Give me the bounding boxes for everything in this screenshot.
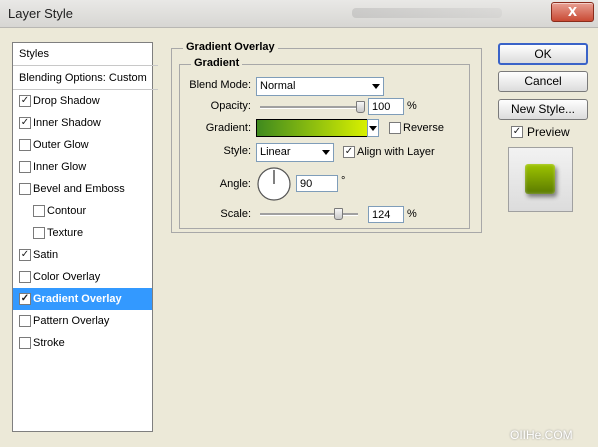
style-label: Pattern Overlay — [33, 315, 110, 327]
blend-mode-select[interactable]: Normal — [256, 77, 384, 96]
checkbox-texture[interactable] — [33, 227, 45, 239]
angle-dial[interactable] — [256, 166, 292, 202]
angle-input[interactable]: 90 — [296, 175, 338, 192]
blend-mode-value: Normal — [260, 80, 296, 92]
checkbox-inner-shadow[interactable]: ✓ — [19, 117, 31, 129]
style-item-inner-glow[interactable]: Inner Glow — [13, 156, 152, 178]
scale-unit: % — [407, 208, 417, 220]
style-item-texture[interactable]: Texture — [13, 222, 152, 244]
gradient-picker[interactable] — [256, 119, 368, 137]
close-button[interactable]: X — [551, 2, 594, 22]
angle-label: Angle: — [219, 178, 251, 190]
style-label: Drop Shadow — [33, 95, 100, 107]
style-label: Inner Glow — [33, 161, 87, 173]
style-label: Satin — [33, 249, 59, 261]
new-style-button[interactable]: New Style... — [498, 99, 588, 120]
scale-slider-thumb[interactable] — [334, 208, 344, 220]
align-with-layer-label: Align with Layer — [357, 146, 435, 158]
opacity-input[interactable]: 100 — [368, 98, 404, 115]
style-select[interactable]: Linear — [256, 143, 334, 162]
chevron-down-icon — [322, 150, 330, 155]
style-label: Style: — [223, 145, 251, 157]
styles-header[interactable]: Styles — [13, 43, 158, 66]
style-item-outer-glow[interactable]: Outer Glow — [13, 134, 152, 156]
scale-label: Scale: — [220, 208, 251, 220]
opacity-label: Opacity: — [210, 100, 251, 112]
opacity-slider-thumb[interactable] — [356, 101, 365, 113]
style-label: Gradient Overlay — [33, 293, 122, 305]
reverse-label: Reverse — [403, 122, 444, 134]
ok-button[interactable]: OK — [498, 43, 588, 65]
reverse-checkbox[interactable] — [389, 122, 401, 134]
preview-label: Preview — [527, 125, 570, 139]
gradient-label: Gradient: — [205, 122, 251, 134]
blending-options-item[interactable]: Blending Options: Custom — [13, 67, 158, 90]
style-item-gradient-overlay[interactable]: ✓ Gradient Overlay — [13, 288, 152, 310]
style-label: Stroke — [33, 337, 65, 349]
align-with-layer-checkbox[interactable]: ✓ — [343, 146, 355, 158]
preview-checkbox[interactable]: ✓ — [511, 126, 523, 138]
panel-title: Gradient Overlay — [183, 41, 278, 53]
panel-subtitle: Gradient — [191, 57, 243, 69]
window-title: Layer Style — [8, 6, 74, 21]
chevron-down-icon — [372, 84, 380, 89]
checkbox-satin[interactable]: ✓ — [19, 249, 31, 261]
checkbox-stroke[interactable] — [19, 337, 31, 349]
style-item-bevel-emboss[interactable]: Bevel and Emboss — [13, 178, 152, 200]
checkbox-gradient-overlay[interactable]: ✓ — [19, 293, 31, 305]
cancel-button[interactable]: Cancel — [498, 71, 588, 92]
style-item-color-overlay[interactable]: Color Overlay — [13, 266, 152, 288]
scale-input[interactable]: 124 — [368, 206, 404, 223]
style-label: Bevel and Emboss — [33, 183, 125, 195]
preview-swatch — [525, 164, 555, 194]
style-item-pattern-overlay[interactable]: Pattern Overlay — [13, 310, 152, 332]
style-label: Outer Glow — [33, 139, 89, 151]
chevron-down-icon — [369, 126, 377, 131]
scale-slider-track[interactable] — [260, 213, 358, 216]
style-item-contour[interactable]: Contour — [13, 200, 152, 222]
style-item-inner-shadow[interactable]: ✓ Inner Shadow — [13, 112, 152, 134]
checkbox-drop-shadow[interactable]: ✓ — [19, 95, 31, 107]
blurred-title-hint — [352, 8, 502, 18]
layer-style-dialog: Layer Style X Styles Blending Options: C… — [0, 0, 598, 447]
checkbox-bevel-emboss[interactable] — [19, 183, 31, 195]
checkbox-contour[interactable] — [33, 205, 45, 217]
opacity-slider-track[interactable] — [260, 106, 360, 109]
checkbox-inner-glow[interactable] — [19, 161, 31, 173]
style-label: Texture — [47, 227, 84, 239]
checkbox-pattern-overlay[interactable] — [19, 315, 31, 327]
opacity-unit: % — [407, 100, 417, 112]
checkbox-outer-glow[interactable] — [19, 139, 31, 151]
style-item-drop-shadow[interactable]: ✓ Drop Shadow — [13, 90, 152, 112]
style-label: Contour — [47, 205, 87, 217]
style-item-stroke[interactable]: Stroke — [13, 332, 152, 354]
checkbox-color-overlay[interactable] — [19, 271, 31, 283]
style-item-satin[interactable]: ✓ Satin — [13, 244, 152, 266]
style-label: Inner Shadow — [33, 117, 101, 129]
angle-unit: ° — [341, 175, 346, 187]
title-bar[interactable]: Layer Style X — [0, 0, 598, 28]
style-label: Color Overlay — [33, 271, 101, 283]
style-value: Linear — [260, 146, 291, 158]
preview-panel — [508, 147, 573, 212]
styles-list: Styles Blending Options: Custom ✓ Drop S… — [12, 42, 158, 432]
gradient-dropdown[interactable] — [367, 119, 379, 137]
watermark: OIIHe.COM — [510, 428, 573, 442]
blend-mode-label: Blend Mode: — [189, 79, 251, 91]
